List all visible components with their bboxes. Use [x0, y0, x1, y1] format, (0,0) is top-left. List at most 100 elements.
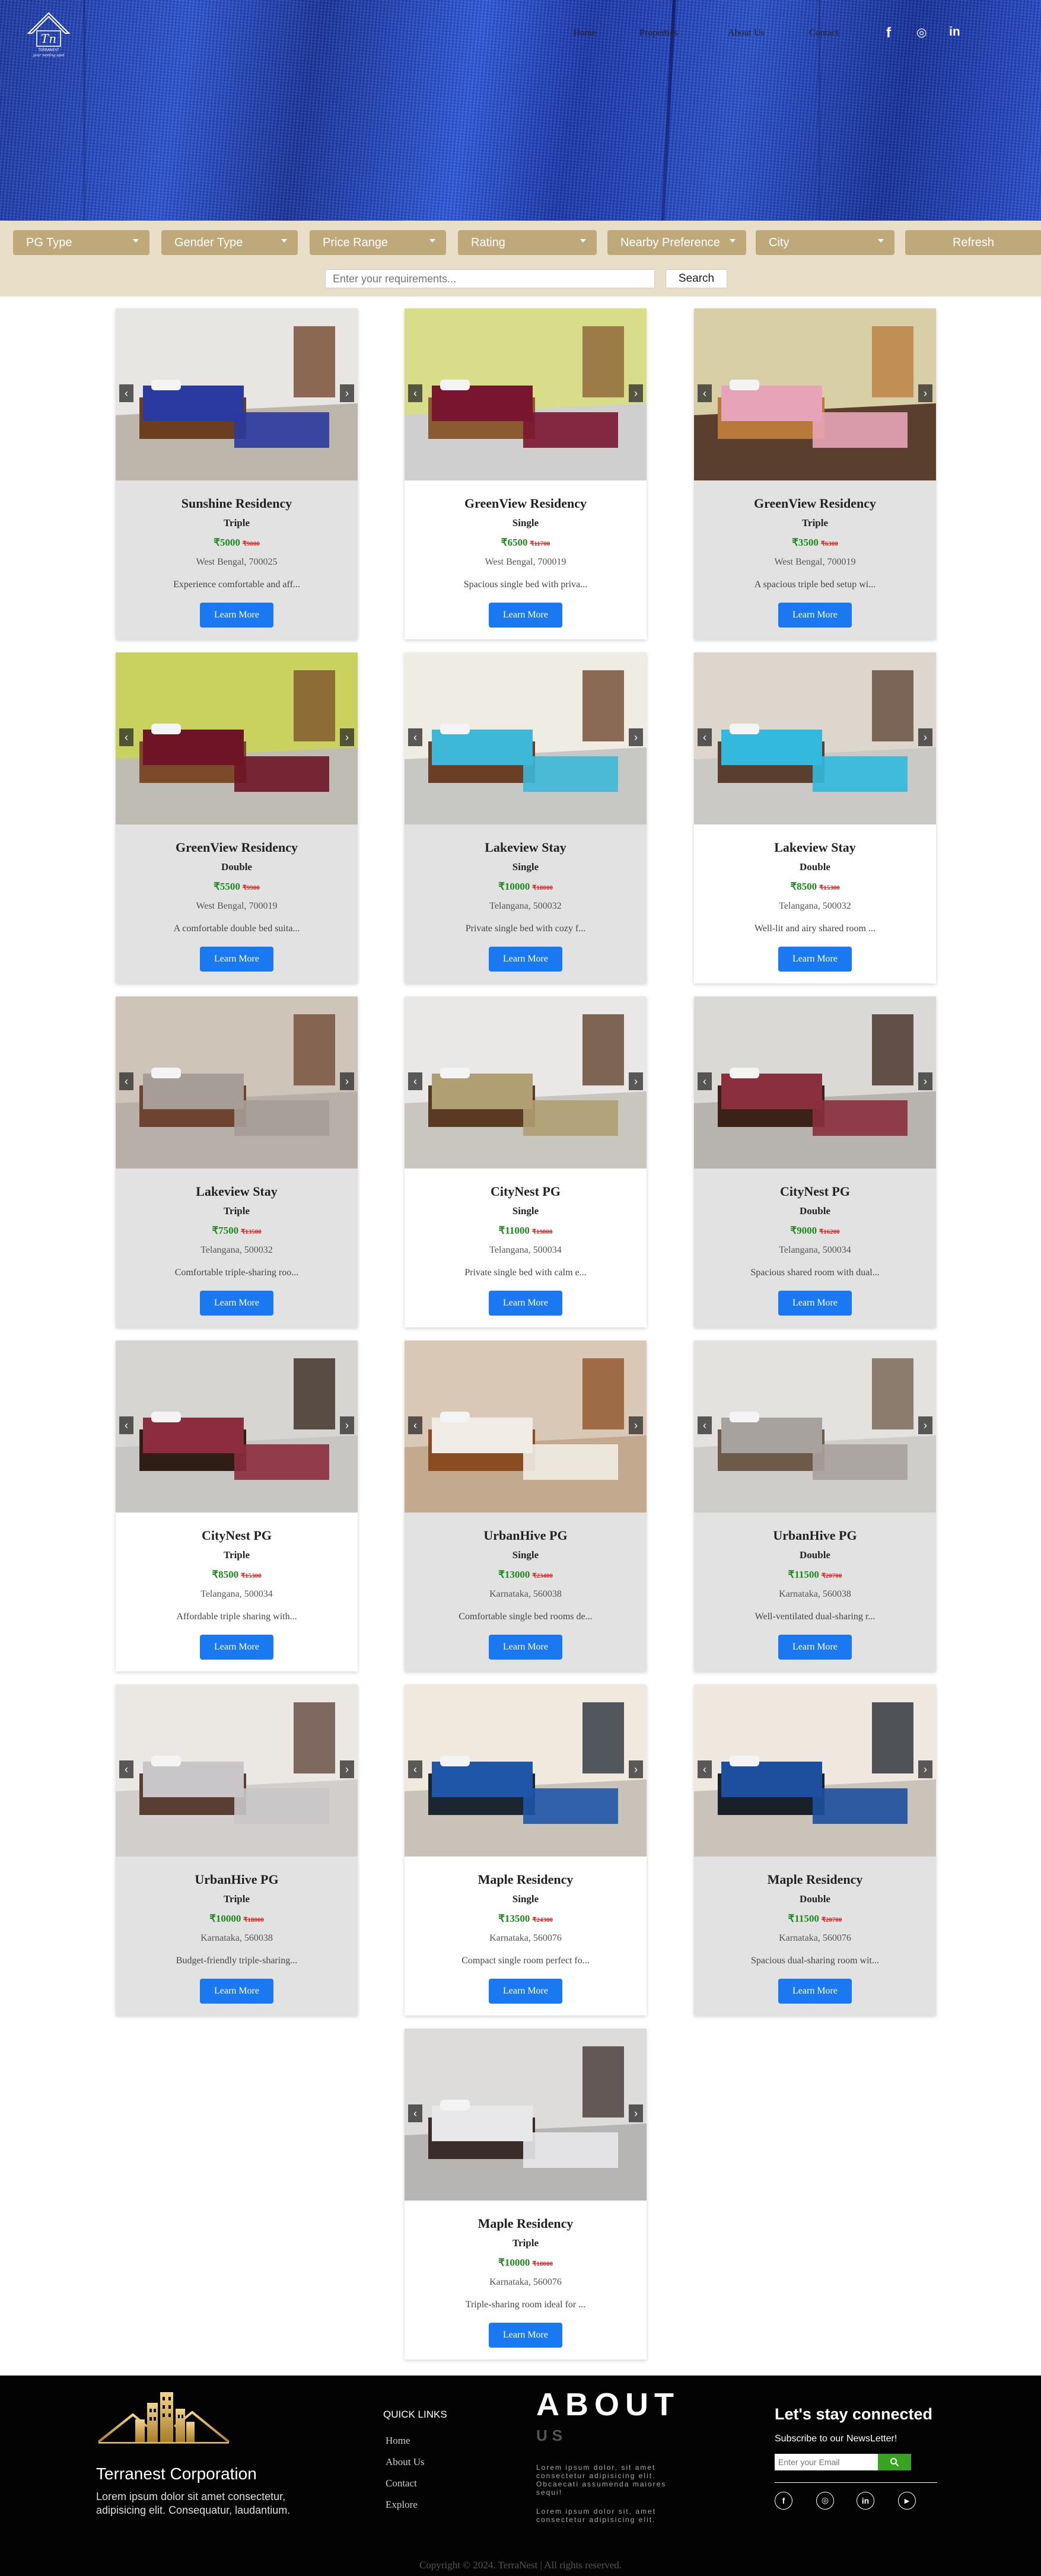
- original-price: ₹15300: [241, 1572, 262, 1580]
- site-logo[interactable]: Tn TERRANEST your nesting spot: [24, 9, 74, 61]
- carousel-next-button[interactable]: ›: [629, 1416, 643, 1434]
- learn-more-button[interactable]: Learn More: [200, 1291, 273, 1316]
- filter-gender-type[interactable]: Gender Type: [161, 230, 298, 255]
- carousel-prev-button[interactable]: ‹: [698, 1760, 712, 1778]
- footer-link-home[interactable]: Home: [386, 2435, 410, 2447]
- carousel-prev-button[interactable]: ‹: [698, 728, 712, 746]
- learn-more-button[interactable]: Learn More: [200, 947, 273, 972]
- carousel-next-button[interactable]: ›: [340, 728, 354, 746]
- carousel-prev-button[interactable]: ‹: [408, 1072, 422, 1090]
- linkedin-icon[interactable]: in: [949, 25, 960, 39]
- location: Karnataka, 560038: [200, 1933, 273, 1943]
- learn-more-button[interactable]: Learn More: [489, 1635, 562, 1660]
- carousel-prev-button[interactable]: ‹: [698, 1416, 712, 1434]
- room-type: Single: [512, 1893, 539, 1905]
- carousel-prev-button[interactable]: ‹: [408, 384, 422, 402]
- location: Telangana, 500034: [779, 1245, 851, 1255]
- carousel-next-button[interactable]: ›: [918, 384, 932, 402]
- carousel-prev-button[interactable]: ‹: [119, 384, 133, 402]
- learn-more-button[interactable]: Learn More: [489, 2323, 562, 2348]
- carousel-next-button[interactable]: ›: [340, 1760, 354, 1778]
- learn-more-button[interactable]: Learn More: [489, 1979, 562, 2004]
- carousel-next-button[interactable]: ›: [918, 1760, 932, 1778]
- carousel-prev-button[interactable]: ‹: [119, 1072, 133, 1090]
- listing-card: ‹ › GreenView Residency Double ₹5500 ₹9900 Wes…: [116, 652, 358, 983]
- learn-more-button[interactable]: Learn More: [489, 947, 562, 972]
- room-type: Double: [800, 1549, 830, 1561]
- carousel-prev-button[interactable]: ‹: [408, 2104, 422, 2122]
- facebook-icon[interactable]: f: [886, 25, 891, 42]
- learn-more-button[interactable]: Learn More: [200, 1635, 273, 1660]
- filter-nearby-preference[interactable]: Nearby Preference: [607, 230, 746, 255]
- email-field[interactable]: [775, 2454, 878, 2470]
- carousel-next-button[interactable]: ›: [918, 1072, 932, 1090]
- search-input[interactable]: [325, 269, 655, 288]
- learn-more-button[interactable]: Learn More: [489, 1291, 562, 1316]
- learn-more-button[interactable]: Learn More: [778, 1979, 852, 2004]
- carousel-prev-button[interactable]: ‹: [408, 1760, 422, 1778]
- current-price: ₹11500: [788, 1913, 819, 1924]
- learn-more-button[interactable]: Learn More: [778, 603, 852, 628]
- learn-more-button[interactable]: Learn More: [200, 1979, 273, 2004]
- learn-more-button[interactable]: Learn More: [778, 947, 852, 972]
- listing-photo: [116, 652, 358, 824]
- carousel-prev-button[interactable]: ‹: [408, 1416, 422, 1434]
- facebook-icon[interactable]: f: [775, 2492, 792, 2510]
- nav-properties[interactable]: Properties: [639, 28, 678, 39]
- carousel-prev-button[interactable]: ‹: [119, 1760, 133, 1778]
- room-type: Triple: [223, 1893, 250, 1905]
- carousel-next-button[interactable]: ›: [918, 728, 932, 746]
- listing-card: ‹ › CityNest PG Double ₹9000 ₹16200 Telangana,…: [694, 996, 936, 1327]
- learn-more-button[interactable]: Learn More: [200, 603, 273, 628]
- carousel-prev-button[interactable]: ‹: [698, 384, 712, 402]
- filter-city[interactable]: City: [756, 230, 894, 255]
- learn-more-button[interactable]: Learn More: [778, 1635, 852, 1660]
- listing-name: Lakeview Stay: [485, 840, 566, 855]
- carousel-prev-button[interactable]: ‹: [408, 728, 422, 746]
- current-price: ₹8500: [790, 881, 817, 892]
- refresh-button[interactable]: Refresh: [905, 230, 1041, 255]
- filter-label: Nearby Preference: [620, 235, 720, 249]
- filter-price-range[interactable]: Price Range: [310, 230, 446, 255]
- nav-home[interactable]: Home: [573, 28, 596, 39]
- carousel-prev-button[interactable]: ‹: [119, 728, 133, 746]
- carousel-prev-button[interactable]: ‹: [119, 1416, 133, 1434]
- learn-more-button[interactable]: Learn More: [778, 1291, 852, 1316]
- carousel-next-button[interactable]: ›: [629, 1760, 643, 1778]
- instagram-icon[interactable]: ◎: [816, 2492, 834, 2510]
- copyright: Copyright © 2024. TerraNest | All rights…: [419, 2559, 622, 2571]
- chevron-down-icon: [429, 239, 435, 243]
- youtube-icon[interactable]: ▶: [898, 2492, 916, 2510]
- carousel-next-button[interactable]: ›: [340, 1416, 354, 1434]
- carousel-next-button[interactable]: ›: [340, 1072, 354, 1090]
- instagram-icon[interactable]: ◎: [916, 25, 927, 39]
- description: Comfortable single bed rooms de...: [459, 1612, 593, 1622]
- carousel-next-button[interactable]: ›: [629, 2104, 643, 2122]
- chevron-down-icon: [133, 239, 139, 243]
- nav-about-us[interactable]: About Us: [728, 28, 765, 39]
- description: A spacious triple bed setup wi...: [754, 579, 876, 590]
- learn-more-button[interactable]: Learn More: [489, 603, 562, 628]
- listing-photo: [405, 308, 647, 480]
- search-button[interactable]: Search: [666, 269, 727, 288]
- carousel-next-button[interactable]: ›: [629, 728, 643, 746]
- filter-pg-type[interactable]: PG Type: [13, 230, 149, 255]
- about-text: Lorem ipsum dolor sit, amet consectetur …: [536, 2507, 657, 2524]
- carousel-prev-button[interactable]: ‹: [698, 1072, 712, 1090]
- nav-contact[interactable]: Contact: [809, 28, 839, 39]
- listing-photo: [405, 996, 647, 1168]
- footer-link-about-us[interactable]: About Us: [386, 2456, 425, 2468]
- linkedin-icon[interactable]: in: [857, 2492, 874, 2510]
- footer-link-contact[interactable]: Contact: [386, 2478, 417, 2489]
- description: Well-ventilated dual-sharing r...: [755, 1612, 876, 1622]
- carousel-next-button[interactable]: ›: [629, 384, 643, 402]
- carousel-next-button[interactable]: ›: [340, 384, 354, 402]
- newsletter-subtitle: Subscribe to our NewsLetter!: [775, 2434, 897, 2444]
- listing-photo: [116, 1685, 358, 1857]
- carousel-next-button[interactable]: ›: [629, 1072, 643, 1090]
- listing-name: Maple Residency: [477, 2216, 574, 2231]
- carousel-next-button[interactable]: ›: [918, 1416, 932, 1434]
- filter-rating[interactable]: Rating: [458, 230, 597, 255]
- subscribe-button[interactable]: [878, 2454, 911, 2470]
- footer-link-explore[interactable]: Explore: [386, 2499, 418, 2511]
